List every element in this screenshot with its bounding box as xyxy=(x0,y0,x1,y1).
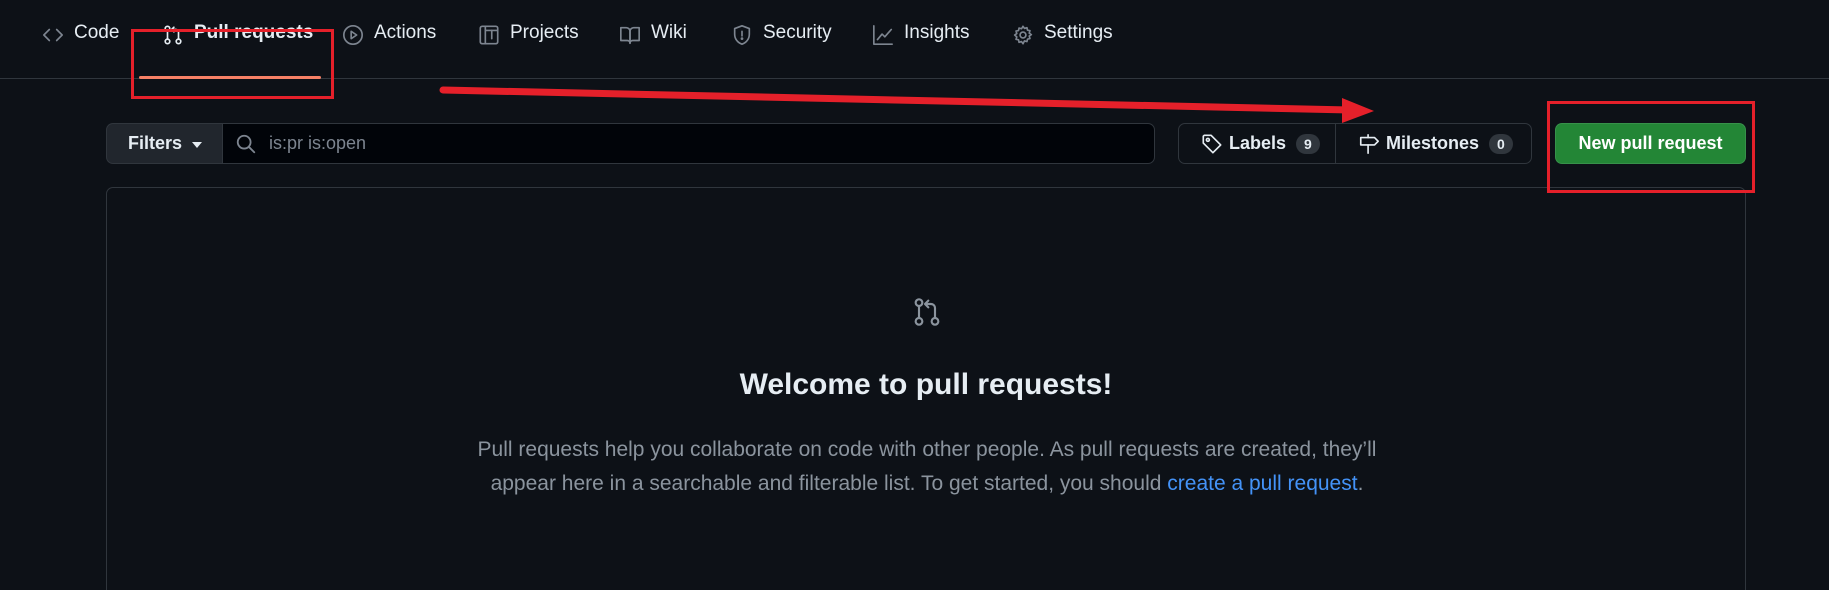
milestones-button[interactable]: Milestones 0 xyxy=(1336,124,1531,163)
filters-label: Filters xyxy=(127,133,183,153)
play-icon xyxy=(342,24,364,46)
milestones-count: 0 xyxy=(1489,133,1513,154)
tab-label: Insights xyxy=(904,22,970,43)
desc-line-2-text: appear here in a searchable and filterab… xyxy=(490,472,1162,495)
graph-icon xyxy=(872,24,894,46)
tab-label: Wiki xyxy=(651,22,687,43)
tab-label: Pull requests xyxy=(194,22,314,43)
blankslate: Welcome to pull requests! Pull requests … xyxy=(106,187,1746,590)
tab-code[interactable]: Code xyxy=(42,22,119,72)
tab-settings[interactable]: Settings xyxy=(1012,22,1113,72)
create-pull-request-link[interactable]: create a pull request xyxy=(1167,472,1357,495)
tab-projects[interactable]: Projects xyxy=(478,22,579,72)
table-icon xyxy=(478,24,500,46)
search-icon xyxy=(235,133,257,155)
tag-icon xyxy=(1201,133,1223,155)
repo-nav: Code Pull requests Actions Projects Wiki xyxy=(0,0,1829,79)
shield-icon xyxy=(731,24,753,46)
milestones-label: Milestones xyxy=(1386,133,1480,153)
tab-insights[interactable]: Insights xyxy=(872,22,969,72)
book-icon xyxy=(619,24,641,46)
desc-line-1: Pull requests help you collaborate on co… xyxy=(477,438,1377,461)
desc-line-2: appear here in a searchable and filterab… xyxy=(447,467,1407,501)
tab-label: Security xyxy=(763,22,832,43)
tab-pull-requests[interactable]: Pull requests xyxy=(162,22,313,72)
gear-icon xyxy=(1012,24,1034,46)
tab-label: Settings xyxy=(1044,22,1113,43)
blankslate-description: Pull requests help you collaborate on co… xyxy=(447,433,1407,501)
search-box xyxy=(222,123,1155,164)
tab-label: Actions xyxy=(374,22,437,43)
labels-button[interactable]: Labels 9 xyxy=(1179,124,1336,163)
tab-security[interactable]: Security xyxy=(731,22,832,72)
git-pull-request-icon xyxy=(911,296,943,328)
code-icon xyxy=(42,24,64,46)
desc-end: . xyxy=(1357,472,1364,495)
labels-milestones-group: Labels 9 Milestones 0 xyxy=(1178,123,1532,164)
active-tab-underline xyxy=(139,76,321,79)
filters-button[interactable]: Filters xyxy=(106,123,223,164)
milestone-icon xyxy=(1358,133,1380,155)
caret-down-icon xyxy=(192,141,203,148)
blankslate-title: Welcome to pull requests! xyxy=(739,368,1113,401)
tab-wiki[interactable]: Wiki xyxy=(619,22,687,72)
new-pull-request-button[interactable]: New pull request xyxy=(1555,123,1746,164)
page: Code Pull requests Actions Projects Wiki xyxy=(0,0,1829,590)
tab-actions[interactable]: Actions xyxy=(342,22,436,72)
tab-label: Code xyxy=(74,22,120,43)
labels-label: Labels xyxy=(1229,133,1287,153)
git-pull-request-icon xyxy=(162,24,184,46)
tab-label: Projects xyxy=(510,22,579,43)
search-input[interactable] xyxy=(267,132,1154,155)
labels-count: 9 xyxy=(1296,133,1320,154)
